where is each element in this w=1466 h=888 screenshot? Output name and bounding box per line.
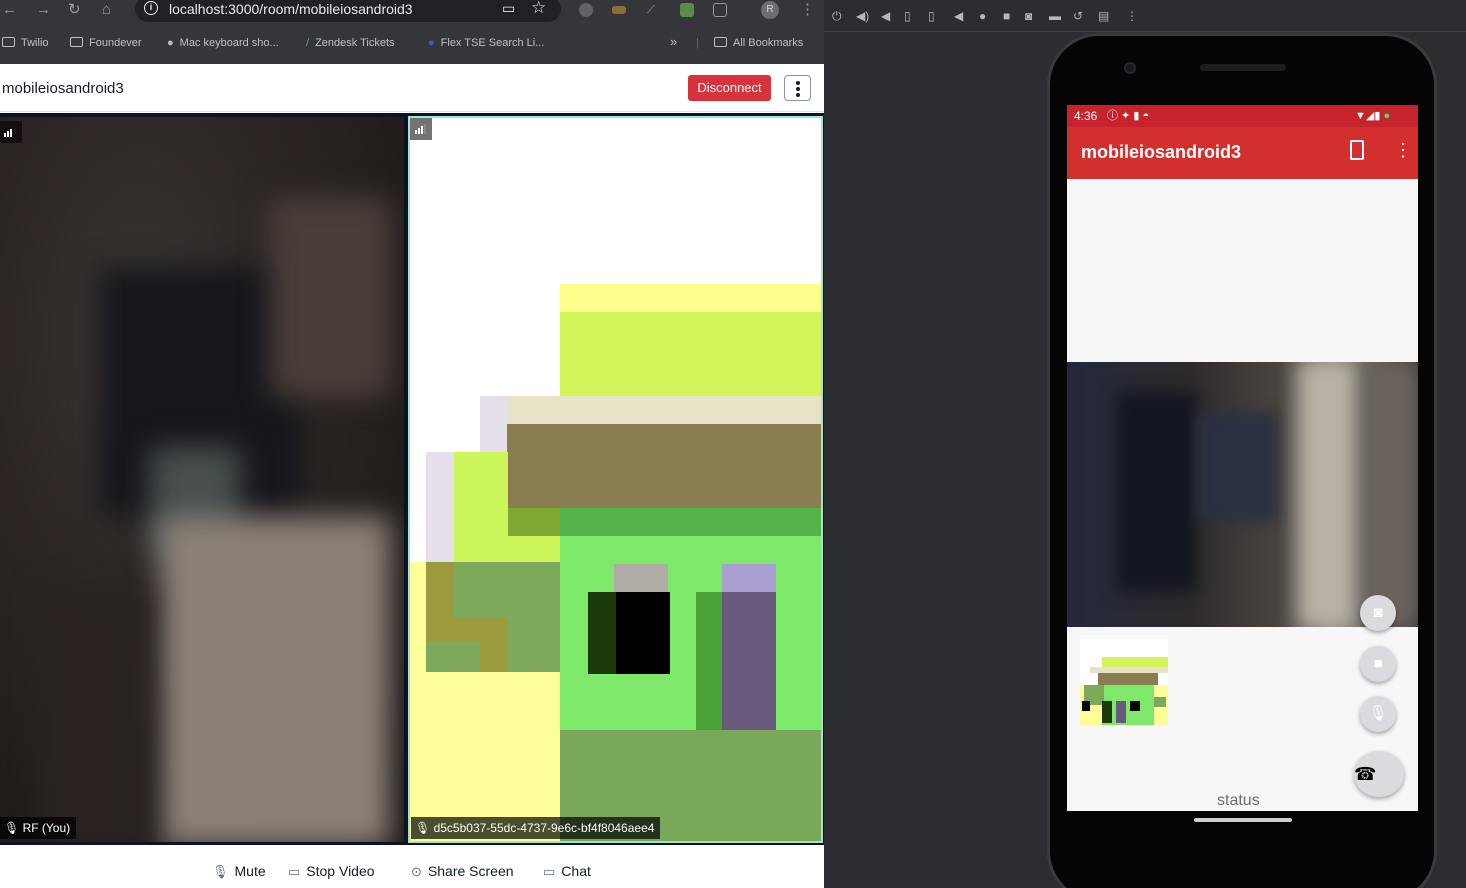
back-icon[interactable]: ← (2, 1, 17, 19)
emulator-more-icon[interactable]: ⋮ (1126, 9, 1138, 23)
bookmark-mac-keyboard[interactable]: ● Mac keyboard sho... (167, 36, 279, 50)
video-toggle-button[interactable]: ■ (1360, 646, 1396, 682)
switch-camera-icon: ◙ (1373, 604, 1383, 621)
local-participant-name: 🎙︎ RF (You) (0, 817, 77, 839)
mic-toggle-button[interactable]: 🎙︎ (1360, 696, 1396, 732)
rotate-left-icon[interactable]: ▯ (904, 9, 911, 23)
microphone-icon: 🎙︎ (1368, 705, 1388, 722)
camera-in-use-icon[interactable]: ▭ (502, 0, 515, 17)
status-time: 4:36 (1074, 109, 1098, 123)
browser-window: ← → ↻ ⌂ i localhost:3000/room/mobileiosa… (0, 0, 824, 888)
mic-icon: 🎙︎ (4, 821, 23, 835)
more-options-button[interactable] (784, 75, 811, 101)
network-quality-icon (410, 118, 432, 140)
speaker-toggle-icon[interactable] (1350, 140, 1364, 160)
notification-icons: ⓘ ✦ ▮ ◓ (1107, 110, 1150, 122)
reload-icon[interactable]: ↻ (68, 1, 81, 19)
hang-up-button[interactable]: ☎ (1354, 751, 1404, 797)
profile-avatar[interactable]: R (761, 1, 779, 19)
switch-camera-button[interactable]: ◙ (1360, 595, 1396, 631)
chat-bubble-icon: ▭ (543, 864, 556, 879)
address-bar[interactable]: i localhost:3000/room/mobileiosandroid3 … (135, 0, 561, 22)
gesture-home-indicator[interactable] (1194, 818, 1292, 822)
share-screen-button[interactable]: ⊙ Share Screen (411, 863, 514, 880)
screen-record-icon[interactable]: ▬ (1049, 9, 1061, 23)
microphone-icon: 🎙︎ (212, 864, 229, 879)
extended-controls-icon[interactable]: ▤ (1098, 9, 1109, 23)
local-video-thumbnail[interactable] (1080, 639, 1168, 725)
bookmark-zendesk[interactable]: / Zendesk Tickets (306, 36, 395, 50)
forward-icon[interactable]: → (36, 1, 51, 19)
extension-icon[interactable] (612, 6, 626, 14)
globe-icon: ● (428, 37, 435, 49)
phone-remote-video (1067, 362, 1418, 627)
chrome-menu-icon[interactable]: ⋮ (800, 1, 815, 19)
screenshot-camera-icon[interactable]: ◙ (1025, 9, 1032, 23)
phone-hangup-icon: ☎ (1354, 764, 1377, 784)
overflow-menu-icon[interactable]: ⋮ (1394, 139, 1412, 161)
bookmarks-divider: | (696, 37, 699, 49)
volume-down-icon[interactable]: ◀ (881, 9, 890, 23)
rotate-right-icon[interactable]: ▯ (928, 9, 935, 23)
room-name: mobileiosandroid3 (2, 80, 124, 97)
mic-icon: 🎙︎ (415, 821, 434, 835)
bookmark-twilio[interactable]: Twilio (2, 36, 49, 50)
bookmarks-overflow-icon[interactable]: » (670, 35, 677, 49)
bookmark-foundever[interactable]: Foundever (70, 36, 142, 50)
room-header: mobileiosandroid3 Disconnect (0, 64, 824, 112)
navigation-bar: ← → ↻ ⌂ i localhost:3000/room/mobileiosa… (0, 0, 824, 22)
extension-icon[interactable]: ⟋ (647, 1, 655, 19)
folder-icon (70, 37, 83, 47)
extensions-puzzle-icon[interactable] (713, 3, 727, 17)
front-camera (1124, 62, 1136, 74)
bookmark-star-icon[interactable]: ☆ (531, 0, 546, 18)
back-icon[interactable]: ◀ (954, 9, 963, 23)
extension-icon[interactable] (680, 3, 694, 17)
local-participant-video[interactable]: 🎙︎ RF (You) (0, 117, 404, 842)
mute-button[interactable]: 🎙︎ Mute (212, 863, 266, 880)
network-quality-icon (0, 121, 22, 143)
video-camera-icon: ▭ (288, 864, 301, 879)
volume-up-icon[interactable]: ◀) (856, 9, 869, 23)
room-controls: 🎙︎ Mute ▭ Stop Video ⊙ Share Screen ▭ Chat (0, 845, 824, 888)
browser-chrome: ← → ↻ ⌂ i localhost:3000/room/mobileiosa… (0, 0, 824, 64)
url-text[interactable]: localhost:3000/room/mobileiosandroid3 (169, 1, 413, 17)
wifi-signal-battery-icons: ▼◢▮ ● (1355, 110, 1391, 122)
apple-icon: ● (167, 37, 174, 49)
remote-participant-video[interactable]: 🎙︎ d5c5b037-55dc-4737-9e6c-bf4f8046aee4 (408, 116, 823, 843)
all-bookmarks[interactable]: All Bookmarks (714, 36, 803, 50)
android-emulator: ⏻ ◀) ◀ ▯ ▯ ◀ ● ■ ◙ ▬ ↺ ▤ ⋮ 4:36 ⓘ ✦ ▮ ◓ … (824, 0, 1466, 888)
chat-button[interactable]: ▭ Chat (543, 863, 591, 880)
video-camera-icon: ■ (1373, 655, 1383, 672)
snapshot-restore-icon[interactable]: ↺ (1073, 9, 1083, 23)
disconnect-button[interactable]: Disconnect (688, 75, 771, 101)
site-info-icon[interactable]: i (144, 1, 158, 15)
phone-screen: 4:36 ⓘ ✦ ▮ ◓ ▼◢▮ ● mobileiosandroid3 ⋮ ◙… (1067, 105, 1418, 811)
connection-status-label: status (1217, 792, 1260, 809)
folder-icon (714, 37, 727, 47)
phone-frame: 4:36 ⓘ ✦ ▮ ◓ ▼◢▮ ● mobileiosandroid3 ⋮ ◙… (1047, 33, 1437, 888)
stop-video-button[interactable]: ▭ Stop Video (288, 863, 375, 880)
home-icon[interactable]: ● (979, 9, 986, 23)
remote-participant-identity: 🎙︎ d5c5b037-55dc-4737-9e6c-bf4f8046aee4 (411, 817, 661, 839)
earpiece-speaker (1200, 64, 1286, 71)
power-icon[interactable]: ⏻ (832, 9, 842, 23)
bookmark-flex-tse[interactable]: ● Flex TSE Search Li... (428, 36, 544, 50)
app-title: mobileiosandroid3 (1081, 142, 1242, 162)
folder-icon (2, 37, 15, 47)
bookmarks-bar: Twilio Foundever ● Mac keyboard sho... / Z… (0, 33, 824, 55)
app-toolbar: mobileiosandroid3 ⋮ (1067, 127, 1418, 179)
share-screen-icon: ⊙ (411, 864, 422, 879)
android-status-bar: 4:36 ⓘ ✦ ▮ ◓ ▼◢▮ ● (1067, 105, 1418, 127)
emulator-toolbar: ⏻ ◀) ◀ ▯ ▯ ◀ ● ■ ◙ ▬ ↺ ▤ ⋮ (824, 0, 1466, 32)
video-stage: 🎙︎ RF (You) 🎙︎ d5c5b037-55dc-4737-9e6c-b… (0, 113, 824, 845)
home-icon[interactable]: ⌂ (102, 1, 111, 19)
overview-icon[interactable]: ■ (1003, 9, 1010, 23)
zendesk-icon: / (306, 37, 310, 49)
extension-icon[interactable] (579, 3, 593, 17)
